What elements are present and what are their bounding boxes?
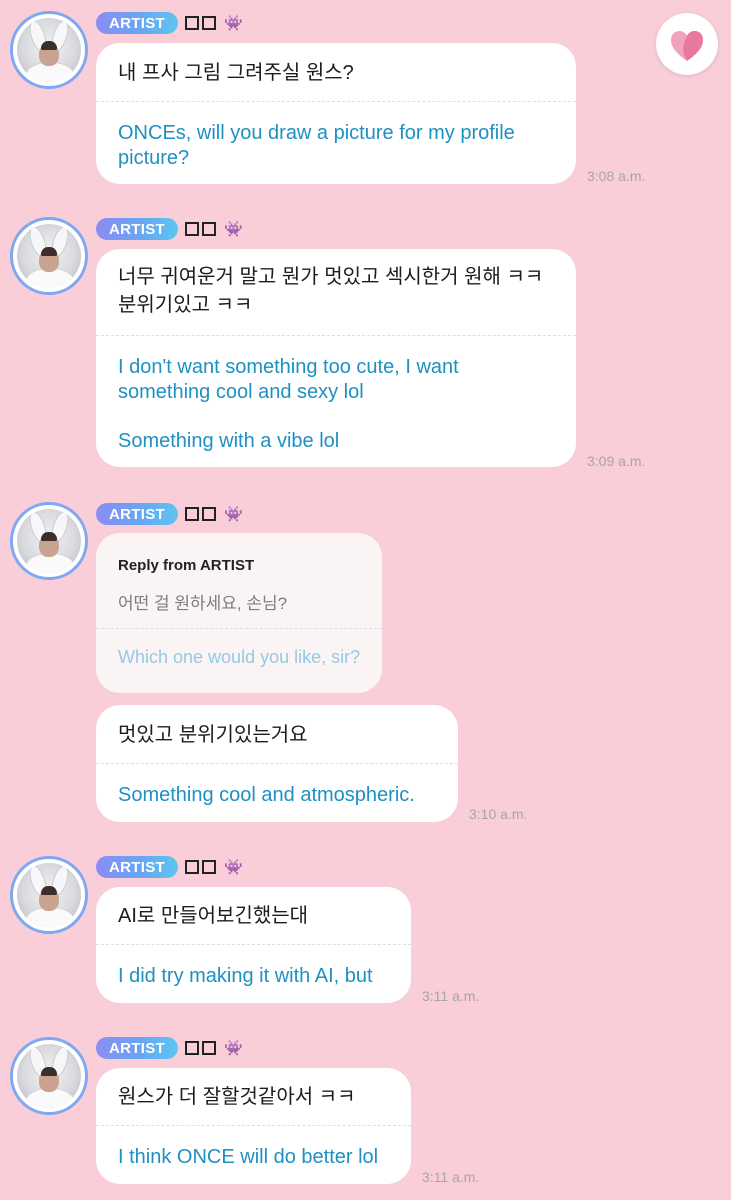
artist-badge: ARTIST bbox=[96, 12, 178, 34]
heart-icon bbox=[671, 31, 703, 61]
alien-monster-icon: 👾 bbox=[223, 14, 243, 32]
artist-avatar[interactable] bbox=[10, 856, 88, 934]
message-korean: 원스가 더 잘할것같아서 ㅋㅋ bbox=[118, 1086, 356, 1108]
message-english: Something cool and atmospheric. bbox=[118, 784, 415, 806]
message-english: I think ONCE will do better lol bbox=[118, 1146, 379, 1168]
artist-name-row: ARTIST 👾 bbox=[96, 217, 243, 241]
divider bbox=[96, 1125, 411, 1126]
square-icon bbox=[184, 1041, 199, 1055]
message-english: I did try making it with AI, but bbox=[118, 965, 373, 987]
reply-english: Which one would you like, sir? bbox=[118, 647, 361, 667]
divider bbox=[96, 944, 411, 945]
artist-avatar[interactable] bbox=[10, 217, 88, 295]
artist-name-row: ARTIST 👾 bbox=[96, 502, 243, 526]
message-english-line: I don't want something too cute, I want bbox=[118, 356, 459, 378]
message-korean: 멋있고 분위기있는거요 bbox=[118, 724, 308, 746]
divider bbox=[96, 101, 576, 102]
alien-monster-icon: 👾 bbox=[223, 858, 243, 876]
square-icon bbox=[184, 507, 199, 521]
artist-badge: ARTIST bbox=[96, 218, 178, 240]
quoted-reply[interactable]: Reply from ARTIST 어떤 걸 원하세요, 손님? Which o… bbox=[96, 533, 382, 693]
divider bbox=[96, 335, 576, 336]
message-korean: AI로 만들어보긴했는대 bbox=[118, 905, 309, 927]
alien-monster-icon: 👾 bbox=[223, 1039, 243, 1057]
message-english-line: Something with a vibe lol bbox=[118, 430, 340, 452]
message-bubble[interactable]: AI로 만들어보긴했는대 I did try making it with AI… bbox=[96, 887, 411, 1003]
square-icon bbox=[201, 1041, 216, 1055]
message-bubble[interactable]: 원스가 더 잘할것같아서 ㅋㅋ I think ONCE will do bet… bbox=[96, 1068, 411, 1184]
message-korean: 내 프사 그림 그려주실 원스? bbox=[118, 62, 354, 84]
artist-avatar[interactable] bbox=[10, 1037, 88, 1115]
square-icon bbox=[201, 507, 216, 521]
artist-badge: ARTIST bbox=[96, 503, 178, 525]
message-time: 3:11 a.m. bbox=[422, 1169, 480, 1185]
message-korean-line: 분위기있고 ㅋㅋ bbox=[118, 294, 253, 316]
reply-korean: 어떤 걸 원하세요, 손님? bbox=[118, 594, 288, 613]
message-time: 3:10 a.m. bbox=[469, 806, 528, 822]
square-icon bbox=[201, 222, 216, 236]
artist-name-row: ARTIST 👾 bbox=[96, 855, 243, 879]
message-english-line: ONCEs, will you draw a picture for my pr… bbox=[118, 122, 515, 144]
message-bubble[interactable]: 멋있고 분위기있는거요 Something cool and atmospher… bbox=[96, 705, 458, 822]
artist-name-row: ARTIST 👾 bbox=[96, 1036, 243, 1060]
message-english-line: something cool and sexy lol bbox=[118, 381, 364, 403]
divider bbox=[96, 628, 382, 629]
artist-name-row: ARTIST 👾 bbox=[96, 11, 243, 35]
square-icon bbox=[184, 222, 199, 236]
alien-monster-icon: 👾 bbox=[223, 505, 243, 523]
square-icon bbox=[184, 860, 199, 874]
message-bubble[interactable]: 내 프사 그림 그려주실 원스? ONCEs, will you draw a … bbox=[96, 43, 576, 184]
square-icon bbox=[201, 16, 216, 30]
reply-label: Reply from ARTIST bbox=[118, 557, 255, 574]
square-icon bbox=[201, 860, 216, 874]
message-bubble[interactable]: 너무 귀여운거 말고 뭔가 멋있고 섹시한거 원해 ㅋㅋ 분위기있고 ㅋㅋ I … bbox=[96, 249, 576, 467]
message-time: 3:09 a.m. bbox=[587, 453, 646, 469]
message-english-line: picture? bbox=[118, 147, 190, 169]
message-time: 3:08 a.m. bbox=[587, 168, 646, 184]
artist-badge: ARTIST bbox=[96, 1037, 178, 1059]
square-icon bbox=[184, 16, 199, 30]
like-button[interactable] bbox=[656, 13, 718, 75]
divider bbox=[96, 763, 458, 764]
message-korean-line: 너무 귀여운거 말고 뭔가 멋있고 섹시한거 원해 ㅋㅋ bbox=[118, 266, 544, 288]
alien-monster-icon: 👾 bbox=[223, 220, 243, 238]
artist-badge: ARTIST bbox=[96, 856, 178, 878]
artist-avatar[interactable] bbox=[10, 502, 88, 580]
message-time: 3:11 a.m. bbox=[422, 988, 480, 1004]
artist-avatar[interactable] bbox=[10, 11, 88, 89]
